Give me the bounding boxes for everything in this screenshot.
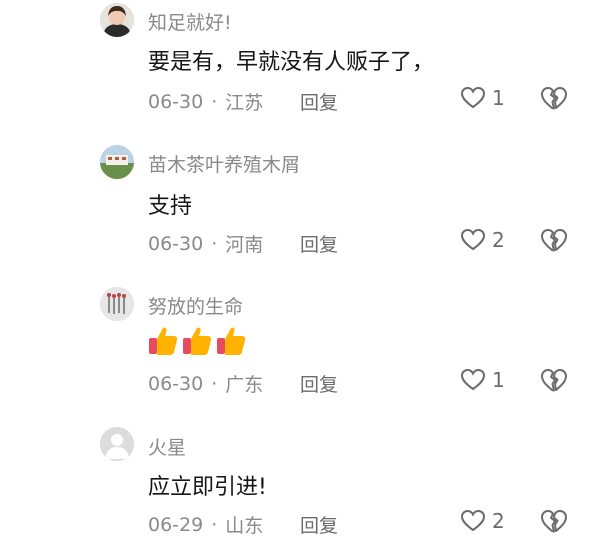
avatar[interactable]: [100, 287, 134, 321]
comment-meta: 06-30 · 江苏: [148, 88, 263, 115]
comment-item: 苗木茶叶养殖木屑 支持 06-30 · 河南 回复 2: [0, 140, 600, 270]
like-button[interactable]: 1: [460, 368, 505, 392]
username[interactable]: 苗木茶叶养殖木屑: [148, 150, 300, 177]
comment-location: 河南: [225, 234, 264, 256]
dislike-button[interactable]: [540, 509, 568, 539]
comment-location: 广东: [225, 374, 264, 396]
thumbs-up-icon: [183, 327, 212, 355]
username[interactable]: 火星: [148, 433, 186, 460]
avatar[interactable]: [100, 145, 134, 179]
emoji-row: [146, 324, 248, 358]
comment-text: 应立即引进!: [148, 475, 267, 500]
comment-date: 06-30: [148, 90, 204, 113]
reply-button[interactable]: 回复: [300, 511, 338, 538]
comment-meta: 06-30 · 广东: [148, 370, 263, 397]
separator-dot: ·: [211, 232, 218, 255]
comment-date: 06-29: [148, 513, 204, 536]
separator-dot: ·: [211, 90, 218, 113]
broken-heart-icon: [541, 229, 567, 252]
comment-location: 山东: [225, 515, 264, 537]
like-button[interactable]: 2: [460, 509, 505, 533]
separator-dot: ·: [211, 372, 218, 395]
username[interactable]: 努放的生命: [148, 292, 243, 319]
like-count: 1: [492, 86, 505, 110]
reply-button[interactable]: 回复: [300, 230, 338, 257]
comment-meta: 06-30 · 河南: [148, 230, 263, 257]
comment-text: 支持: [148, 194, 193, 219]
heart-icon: [460, 509, 486, 532]
comment-item: 努放的生命 👍👍👍 06-30 · 广东 回复 1: [0, 282, 600, 412]
heart-icon: [460, 368, 486, 391]
dislike-button[interactable]: [540, 86, 568, 116]
separator-dot: ·: [211, 513, 218, 536]
heart-icon: [460, 228, 486, 251]
comment-text: 要是有，早就没有人贩子了，: [148, 50, 435, 75]
avatar[interactable]: [100, 427, 134, 461]
thumbs-up-icon: [217, 327, 246, 355]
comment-meta: 06-29 · 山东: [148, 511, 263, 538]
like-count: 2: [492, 509, 505, 533]
dislike-button[interactable]: [540, 228, 568, 258]
like-count: 2: [492, 228, 505, 252]
username[interactable]: 知足就好!: [148, 8, 232, 35]
comment-date: 06-30: [148, 372, 204, 395]
like-button[interactable]: 2: [460, 228, 505, 252]
comment-date: 06-30: [148, 232, 204, 255]
thumbs-up-icon: [149, 327, 178, 355]
broken-heart-icon: [541, 510, 567, 533]
comment-item: 火星 应立即引进! 06-29 · 山东 回复 2: [0, 423, 600, 542]
like-count: 1: [492, 368, 505, 392]
dislike-button[interactable]: [540, 368, 568, 398]
comment-item: 知足就好! 要是有，早就没有人贩子了， 06-30 · 江苏 回复 1: [0, 0, 600, 130]
broken-heart-icon: [541, 369, 567, 392]
broken-heart-icon: [541, 87, 567, 110]
reply-button[interactable]: 回复: [300, 88, 338, 115]
heart-icon: [460, 86, 486, 109]
comment-location: 江苏: [225, 92, 264, 114]
avatar[interactable]: [100, 3, 134, 37]
reply-button[interactable]: 回复: [300, 370, 338, 397]
like-button[interactable]: 1: [460, 86, 505, 110]
